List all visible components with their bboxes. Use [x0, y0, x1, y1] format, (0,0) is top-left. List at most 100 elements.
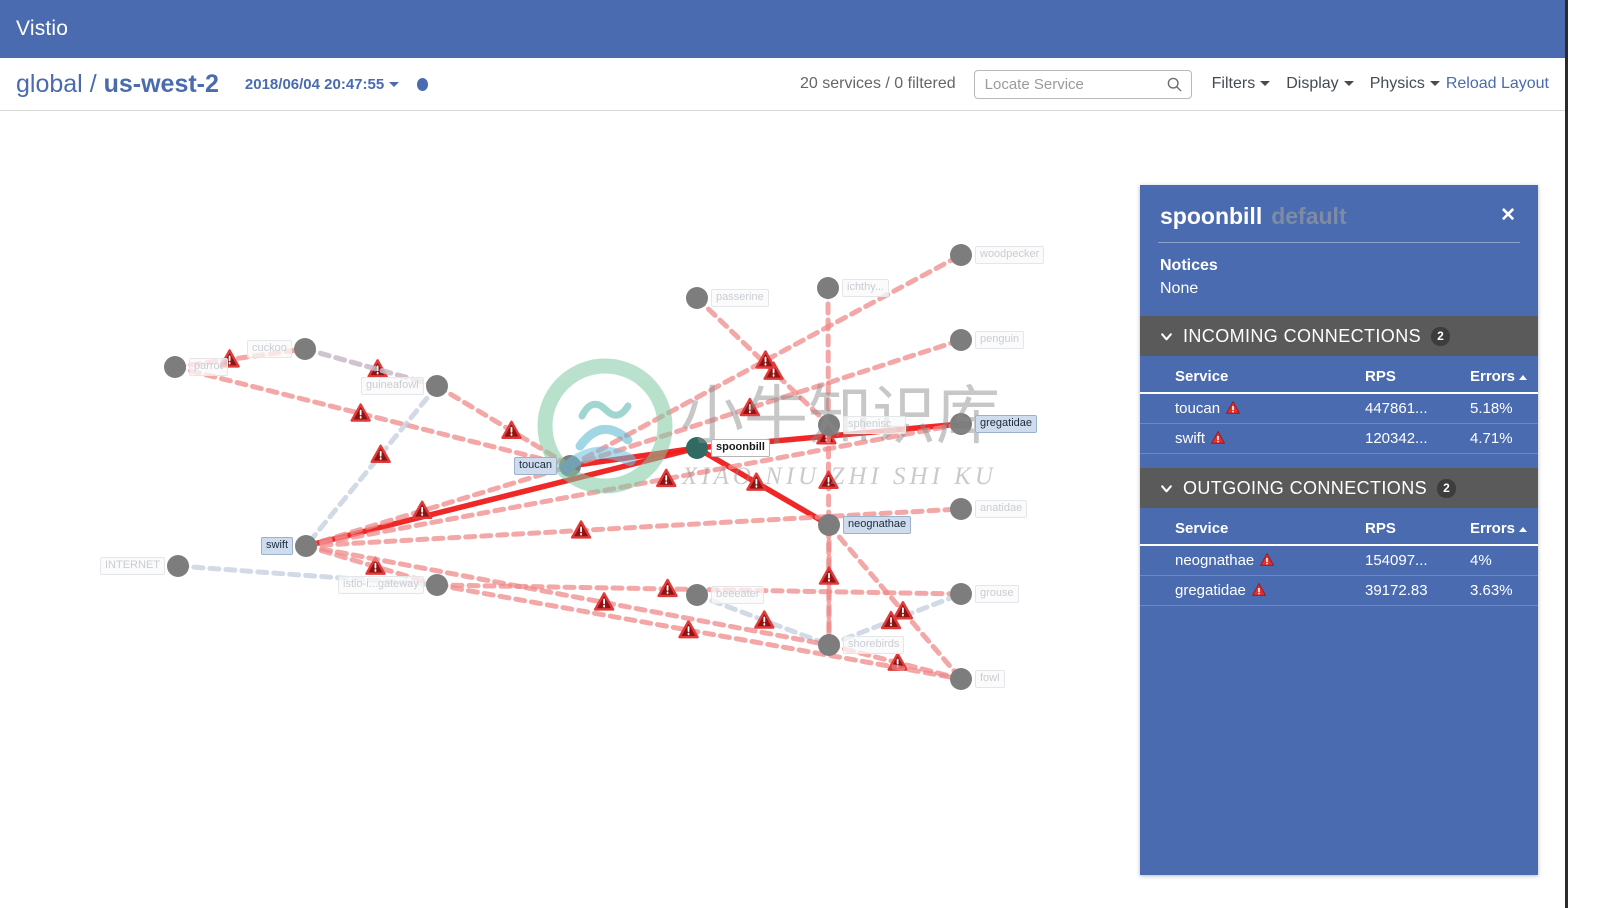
- close-icon[interactable]: ✕: [1498, 203, 1518, 228]
- graph-node[interactable]: [426, 574, 448, 596]
- node-label-spoonbill[interactable]: spoonbill: [711, 439, 770, 457]
- col-service[interactable]: Service: [1140, 356, 1365, 394]
- app-brand: Vistio: [16, 17, 69, 40]
- graph-node[interactable]: [950, 413, 972, 435]
- node-label-gregatidae[interactable]: gregatidae: [975, 415, 1037, 433]
- cell-service: swift: [1140, 423, 1365, 454]
- graph-node[interactable]: [686, 287, 708, 309]
- graph-node[interactable]: [686, 437, 708, 459]
- incoming-connections-table: Service RPS Errors toucan 447861... 5.18% s…: [1140, 356, 1538, 454]
- graph-node[interactable]: [167, 555, 189, 577]
- warning-icon: [1260, 553, 1275, 566]
- nav-right-group: 20 services / 0 filtered Filters Display…: [800, 69, 1549, 99]
- table-header-row: Service RPS Errors: [1140, 508, 1538, 546]
- graph-node[interactable]: [950, 329, 972, 351]
- service-count: 20 services / 0 filtered: [800, 75, 956, 92]
- graph-edge: [303, 383, 440, 549]
- cell-rps: 39172.83: [1365, 575, 1470, 606]
- service-detail-panel: spoonbill default ✕ Notices None INCOMIN…: [1140, 185, 1538, 875]
- node-label-ichthy[interactable]: ichthy...: [842, 279, 890, 297]
- timestamp-dropdown[interactable]: 2018/06/04 20:47:55: [245, 76, 400, 93]
- reload-layout-button[interactable]: Reload Layout: [1446, 75, 1549, 93]
- chevron-down-icon: [1260, 81, 1271, 87]
- node-label-penguin[interactable]: penguin: [975, 331, 1025, 349]
- nav-bar: global / us-west-2 2018/06/04 20:47:55 2…: [0, 58, 1565, 111]
- cell-rps: 154097...: [1365, 545, 1470, 576]
- graph-node[interactable]: [426, 375, 448, 397]
- node-label-neognathae[interactable]: neognathae: [843, 516, 912, 534]
- node-label-shorebirds[interactable]: shorebirds: [843, 636, 905, 654]
- table-header-row: Service RPS Errors: [1140, 356, 1538, 394]
- col-service[interactable]: Service: [1140, 508, 1365, 546]
- incoming-connections-header[interactable]: INCOMING CONNECTIONS 2: [1140, 316, 1538, 356]
- node-label-swift[interactable]: swift: [261, 537, 293, 555]
- graph-node[interactable]: [950, 244, 972, 266]
- cell-errors: 3.63%: [1470, 575, 1538, 606]
- service-graph-canvas[interactable]: 小牛知识库 XIAO NIU ZHI SHI KU parrot cuckoo gu…: [0, 111, 1130, 908]
- service-name: gregatidae: [1175, 582, 1246, 599]
- node-label-grouse[interactable]: grouse: [975, 585, 1019, 603]
- service-name: swift: [1175, 430, 1205, 447]
- breadcrumb-region[interactable]: us-west-2: [104, 70, 219, 98]
- node-label-fowl[interactable]: fowl: [975, 670, 1005, 688]
- breadcrumb-global[interactable]: global: [16, 70, 83, 98]
- node-label-dalton[interactable]: sphenisc...: [843, 416, 906, 434]
- outgoing-rows: neognathae 154097... 4% gregatidae 39172.83 3…: [1140, 545, 1538, 606]
- graph-node[interactable]: [818, 514, 840, 536]
- outgoing-connections-table: Service RPS Errors neognathae 154097... 4%…: [1140, 508, 1538, 606]
- node-label-cuckoo[interactable]: cuckoo: [247, 340, 292, 358]
- col-errors[interactable]: Errors: [1470, 356, 1538, 394]
- panel-header: spoonbill default ✕: [1140, 185, 1538, 242]
- status-dot-icon: [417, 77, 429, 91]
- table-spacer: [1140, 454, 1538, 468]
- graph-node[interactable]: [294, 338, 316, 360]
- cell-rps: 447861...: [1365, 393, 1470, 424]
- graph-node[interactable]: [817, 277, 839, 299]
- graph-node[interactable]: [818, 414, 840, 436]
- menu-physics[interactable]: Physics: [1370, 75, 1440, 93]
- graph-node[interactable]: [164, 356, 186, 378]
- warning-icon: [1251, 583, 1266, 596]
- menu-physics-label: Physics: [1369, 75, 1425, 92]
- cell-errors: 4%: [1470, 545, 1538, 576]
- graph-node[interactable]: [818, 634, 840, 656]
- table-row[interactable]: gregatidae 39172.83 3.63%: [1140, 575, 1538, 606]
- table-row[interactable]: neognathae 154097... 4%: [1140, 545, 1538, 576]
- node-label-internet[interactable]: INTERNET: [100, 557, 165, 575]
- col-rps[interactable]: RPS: [1365, 356, 1470, 394]
- table-row[interactable]: swift 120342... 4.71%: [1140, 423, 1538, 454]
- node-label-anatidae[interactable]: anatidae: [975, 500, 1028, 518]
- sort-ascending-icon: [1519, 526, 1528, 532]
- incoming-connections-count: 2: [1431, 326, 1451, 346]
- col-errors[interactable]: Errors: [1470, 508, 1538, 546]
- outgoing-connections-header[interactable]: OUTGOING CONNECTIONS 2: [1140, 468, 1538, 508]
- graph-edge: [303, 445, 700, 549]
- cell-service: neognathae: [1140, 545, 1365, 576]
- col-rps[interactable]: RPS: [1365, 508, 1470, 546]
- menu-display[interactable]: Display: [1286, 75, 1354, 93]
- node-label-woodpecker[interactable]: woodpecker: [975, 246, 1045, 264]
- cell-service: gregatidae: [1140, 575, 1365, 606]
- graph-node[interactable]: [559, 455, 581, 477]
- menu-filters[interactable]: Filters: [1212, 75, 1271, 93]
- node-label-beeeater[interactable]: beeeater: [711, 586, 765, 604]
- node-label-parrot[interactable]: parrot: [189, 358, 228, 376]
- graph-node[interactable]: [686, 584, 708, 606]
- graph-node[interactable]: [950, 498, 972, 520]
- cell-errors: 5.18%: [1470, 393, 1538, 424]
- node-label-toucan[interactable]: toucan: [514, 457, 558, 475]
- search-input[interactable]: [974, 70, 1191, 98]
- graph-node[interactable]: [950, 668, 972, 690]
- warning-icon: [1211, 431, 1225, 444]
- graph-edge: [434, 383, 573, 469]
- graph-node[interactable]: [950, 583, 972, 605]
- node-label-guineafowl[interactable]: guineafowl: [361, 377, 424, 395]
- col-errors-label: Errors: [1470, 368, 1516, 385]
- node-label-istio-gateway[interactable]: istio-i...gateway: [338, 576, 424, 594]
- table-row[interactable]: toucan 447861... 5.18%: [1140, 393, 1538, 424]
- notices-block: Notices None: [1140, 243, 1538, 316]
- chevron-down-icon: [1343, 81, 1354, 87]
- search-box[interactable]: [973, 69, 1192, 99]
- node-label-passerine[interactable]: passerine: [711, 289, 769, 307]
- graph-node[interactable]: [295, 535, 317, 557]
